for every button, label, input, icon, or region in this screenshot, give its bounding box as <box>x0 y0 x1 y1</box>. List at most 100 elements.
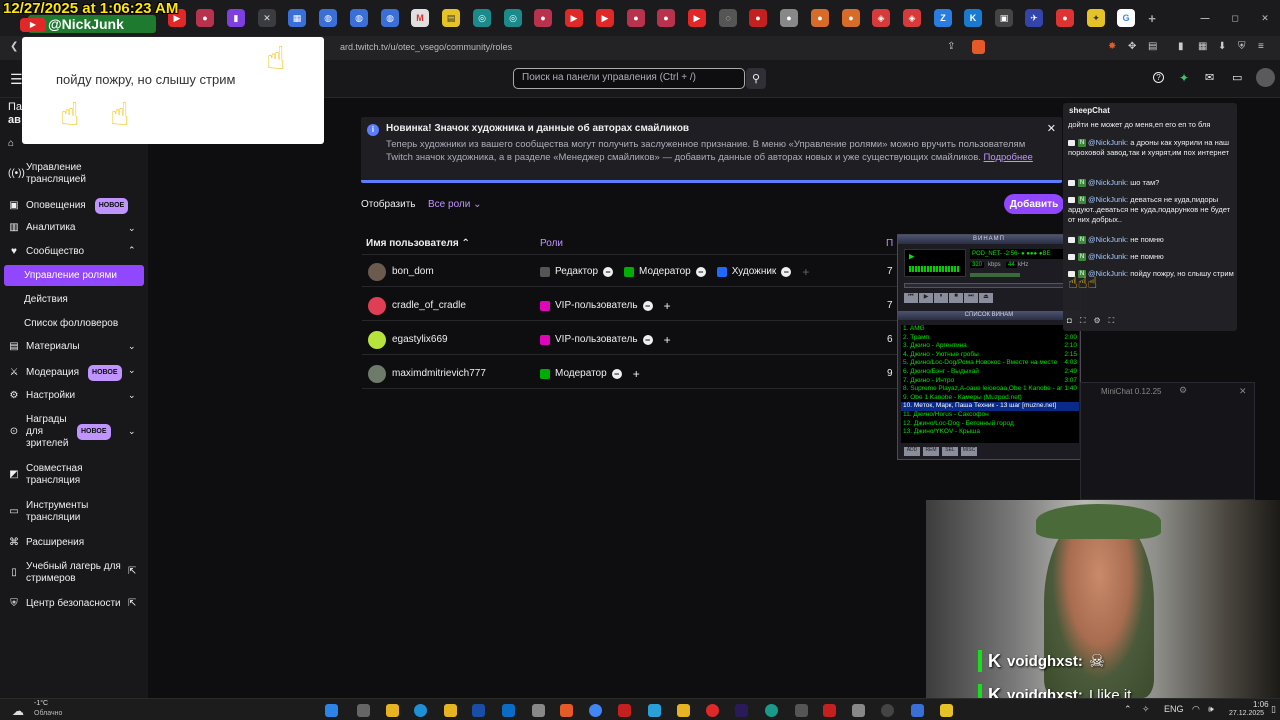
youtube-tab-icon[interactable]: ▶ <box>688 9 706 27</box>
browser-tab[interactable]: ● <box>749 9 767 27</box>
url-text[interactable]: ard.twitch.tv/u/otec_vsego/community/rol… <box>340 42 512 52</box>
playlist-item[interactable]: 7. Джино - Интро 3:07 <box>901 377 1079 386</box>
username[interactable]: maximdmitrievich777 <box>392 368 486 379</box>
playlist-item[interactable]: 3. Джино - Аргентина 2:10 <box>901 342 1079 351</box>
chevron-down-icon[interactable]: ⌄ <box>128 365 136 376</box>
browser-tab[interactable]: ● <box>627 9 645 27</box>
playlist-item[interactable]: 2. Трамп 2:00 <box>901 334 1079 343</box>
browser-tab[interactable]: ◎ <box>504 9 522 27</box>
hamburger-menu-icon[interactable]: ☰ <box>10 71 23 88</box>
tray-chevron-icon[interactable]: ⌃ <box>1124 704 1132 715</box>
next-icon[interactable]: ⏭ <box>964 293 978 303</box>
browser-tab[interactable]: ◍ <box>350 9 368 27</box>
vpn-icon[interactable]: ⛨ <box>1238 41 1246 52</box>
close-icon[interactable]: ✕ <box>1239 386 1247 397</box>
whispers-icon[interactable]: ▭ <box>1232 71 1242 84</box>
sidebar-item-extensions[interactable]: ⌘ Расширения <box>8 537 84 549</box>
sidebar-item-alerts[interactable]: ▣ Оповещения НОВОЕ <box>8 198 129 214</box>
minimize-icon[interactable]: — <box>1196 9 1214 27</box>
column-header-username[interactable]: Имя пользователя ⌃ <box>366 238 470 249</box>
outlook-icon[interactable] <box>502 704 515 717</box>
sidebar-item-bootcamp[interactable]: ▯ Учебный лагерь для стримеров <box>8 561 124 585</box>
sidebar-item-content[interactable]: ▤ Материалы <box>8 341 79 353</box>
browser-tab[interactable]: ● <box>780 9 798 27</box>
stop-icon[interactable]: ■ <box>949 293 963 303</box>
share-icon[interactable]: ⇪ <box>947 41 955 52</box>
prev-icon[interactable]: ⏮ <box>904 293 918 303</box>
sidebar-item-stream-manager[interactable]: ((•)) Управление трансляцией <box>8 162 106 186</box>
playlist-add-button[interactable]: ADD <box>904 447 920 456</box>
add-button[interactable]: Добавить <box>1004 194 1064 214</box>
seek-bar[interactable] <box>904 283 1079 288</box>
volume-icon[interactable]: 🕪 <box>1208 704 1214 715</box>
edge-icon[interactable] <box>414 704 427 717</box>
clock-date[interactable]: 27.12.2025 <box>1229 710 1264 717</box>
sidebar-item-settings[interactable]: ⚙ Настройки <box>8 390 76 402</box>
add-role-icon[interactable]: + <box>664 333 671 347</box>
download-icon[interactable]: ⬇ <box>1218 41 1226 52</box>
playlist-item[interactable]: 5. Джино/Loc-Dog/Рома Новокос - Вместе н… <box>901 359 1079 368</box>
browser-tab[interactable]: K <box>964 9 982 27</box>
search-button[interactable]: ⚲ <box>746 68 766 89</box>
clock-time[interactable]: 1:06 <box>1253 700 1269 709</box>
obs-icon[interactable] <box>881 704 894 717</box>
chevron-down-icon[interactable]: ⌄ <box>128 426 136 437</box>
browser-tab[interactable]: ◈ <box>903 9 921 27</box>
browser-tab[interactable]: Z <box>934 9 952 27</box>
google-tab-icon[interactable]: G <box>1117 9 1135 27</box>
add-role-icon[interactable]: + <box>664 299 671 313</box>
language-indicator[interactable]: ENG <box>1164 704 1184 714</box>
username[interactable]: egastylix669 <box>392 334 448 345</box>
menu-icon[interactable]: ≡ <box>1258 41 1264 52</box>
app-icon[interactable] <box>532 704 545 717</box>
sidebar-item-tools[interactable]: ▭ Инструменты трансляции <box>8 500 106 524</box>
app-icon[interactable] <box>911 704 924 717</box>
browser-tab[interactable]: ▤ <box>442 9 460 27</box>
wallet-icon[interactable]: ▦ <box>1198 41 1207 52</box>
browser-tab[interactable]: ● <box>196 9 214 27</box>
remove-role-icon[interactable]: − <box>611 368 622 379</box>
expand-icon[interactable]: ⛶ <box>1109 316 1115 326</box>
opera-icon[interactable] <box>706 704 719 717</box>
back-icon[interactable]: ❮ <box>10 41 18 52</box>
chevron-down-icon[interactable]: ⌄ <box>128 341 136 352</box>
username[interactable]: bon_dom <box>392 266 434 277</box>
playlist-item[interactable]: 9. Obe 1 Kanobe - Камеры (Muzpod.net) <box>901 394 1079 403</box>
app-icon[interactable] <box>618 704 631 717</box>
avatar[interactable] <box>1256 68 1275 87</box>
playlist-item[interactable]: 1. AMG <box>901 325 1079 334</box>
app-icon[interactable] <box>823 704 836 717</box>
brave-shield-icon[interactable] <box>972 40 985 54</box>
play-icon[interactable]: ▶ <box>919 293 933 303</box>
creator-icon[interactable]: ✦ <box>1179 71 1189 85</box>
remove-role-icon[interactable]: − <box>642 300 653 311</box>
gmail-tab-icon[interactable]: M <box>411 9 429 27</box>
task-view-icon[interactable] <box>357 704 370 717</box>
brave-icon[interactable] <box>560 704 573 717</box>
browser-tab[interactable]: ✈ <box>1025 9 1043 27</box>
browser-tab[interactable]: ▦ <box>288 9 306 27</box>
telegram-icon[interactable] <box>648 704 661 717</box>
add-role-icon[interactable]: + <box>633 367 640 381</box>
eject-icon[interactable]: ⏏ <box>979 293 993 303</box>
playlist-item[interactable]: 13. Джино/YKOV - Крыша <box>901 428 1079 437</box>
sidebar-item-community[interactable]: ♥ Сообщество <box>8 246 84 258</box>
playlist-misc-button[interactable]: MISC <box>961 447 977 456</box>
playlist-item-selected[interactable]: 10. Meток, Марк, Паша Техник - 13 шаг [m… <box>901 402 1079 411</box>
dashboard-search-input[interactable]: Поиск на панели управления (Ctrl + /) <box>513 68 745 89</box>
notification-icon[interactable]: ▯ <box>1271 704 1276 715</box>
chrome-icon[interactable] <box>589 704 602 717</box>
browser-tab[interactable]: ● <box>534 9 552 27</box>
new-tab-icon[interactable]: + <box>1143 9 1161 27</box>
sidebar-item-roles-manager[interactable]: Управление ролями <box>4 265 144 286</box>
close-window-icon[interactable]: ✕ <box>1256 9 1274 27</box>
app-icon[interactable] <box>795 704 808 717</box>
volume-slider[interactable] <box>970 273 1020 277</box>
gear-icon[interactable]: ⚙ <box>1179 385 1187 396</box>
browser-tab[interactable]: ● <box>842 9 860 27</box>
help-icon[interactable]: ? <box>1153 72 1164 83</box>
playlist-item[interactable]: 11. Джино/Horus - Саксофон <box>901 411 1079 420</box>
extension-icon[interactable]: ▤ <box>1148 41 1157 52</box>
home-icon[interactable]: ⌂ <box>8 138 14 149</box>
app-icon[interactable] <box>940 704 953 717</box>
